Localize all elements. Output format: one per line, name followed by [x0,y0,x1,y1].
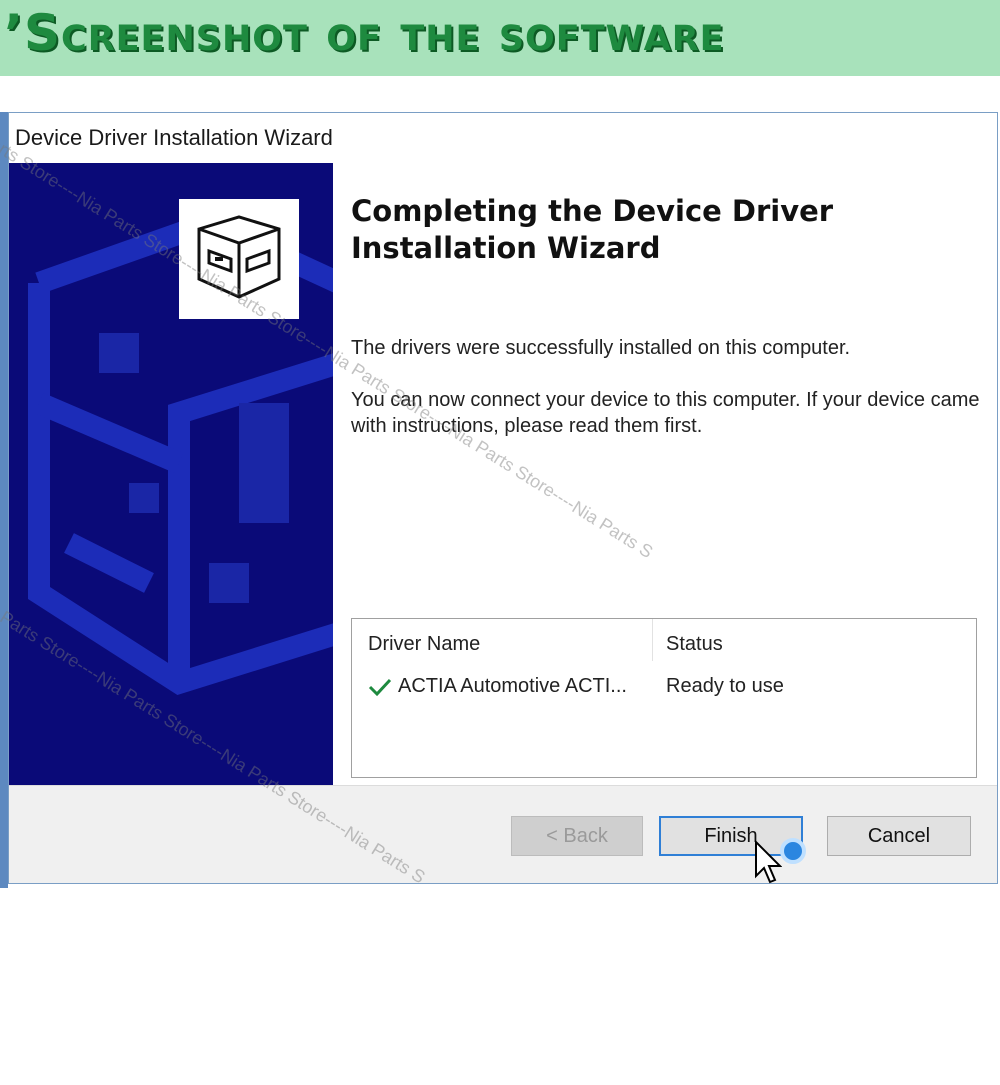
instructions-message: You can now connect your device to this … [351,389,980,437]
heading-line-1: Completing the Device Driver [351,194,834,228]
column-separator [652,619,653,661]
wizard-window: Device Driver Installation Wizard Comple… [8,112,998,884]
wizard-heading: Completing the Device Driver Installatio… [351,193,911,267]
busy-indicator-icon [780,838,806,864]
mouse-cursor-icon [755,840,782,884]
window-title: Device Driver Installation Wizard [15,125,333,150]
back-button[interactable]: < Back [511,816,643,856]
banner: ’Screenshot of the software [0,0,1000,76]
column-header-status[interactable]: Status [666,633,723,656]
heading-line-2: Installation Wizard [351,231,661,265]
driver-list[interactable]: Driver Name Status ACTIA Automotive ACTI… [351,618,977,778]
device-drawer-icon [179,199,299,319]
banner-title: ’Screenshot of the software [4,4,725,62]
wizard-footer: < Back Finish Cancel [9,786,997,883]
driver-status-cell: Ready to use [666,675,784,697]
checkmark-icon [368,678,392,697]
cancel-button[interactable]: Cancel [827,816,971,856]
success-message: The drivers were successfully installed … [351,337,851,359]
column-header-driver-name[interactable]: Driver Name [368,633,480,656]
desktop-edge [0,112,8,888]
wizard-side-panel [9,163,333,785]
driver-name-cell[interactable]: ACTIA Automotive ACTI... [398,675,627,698]
